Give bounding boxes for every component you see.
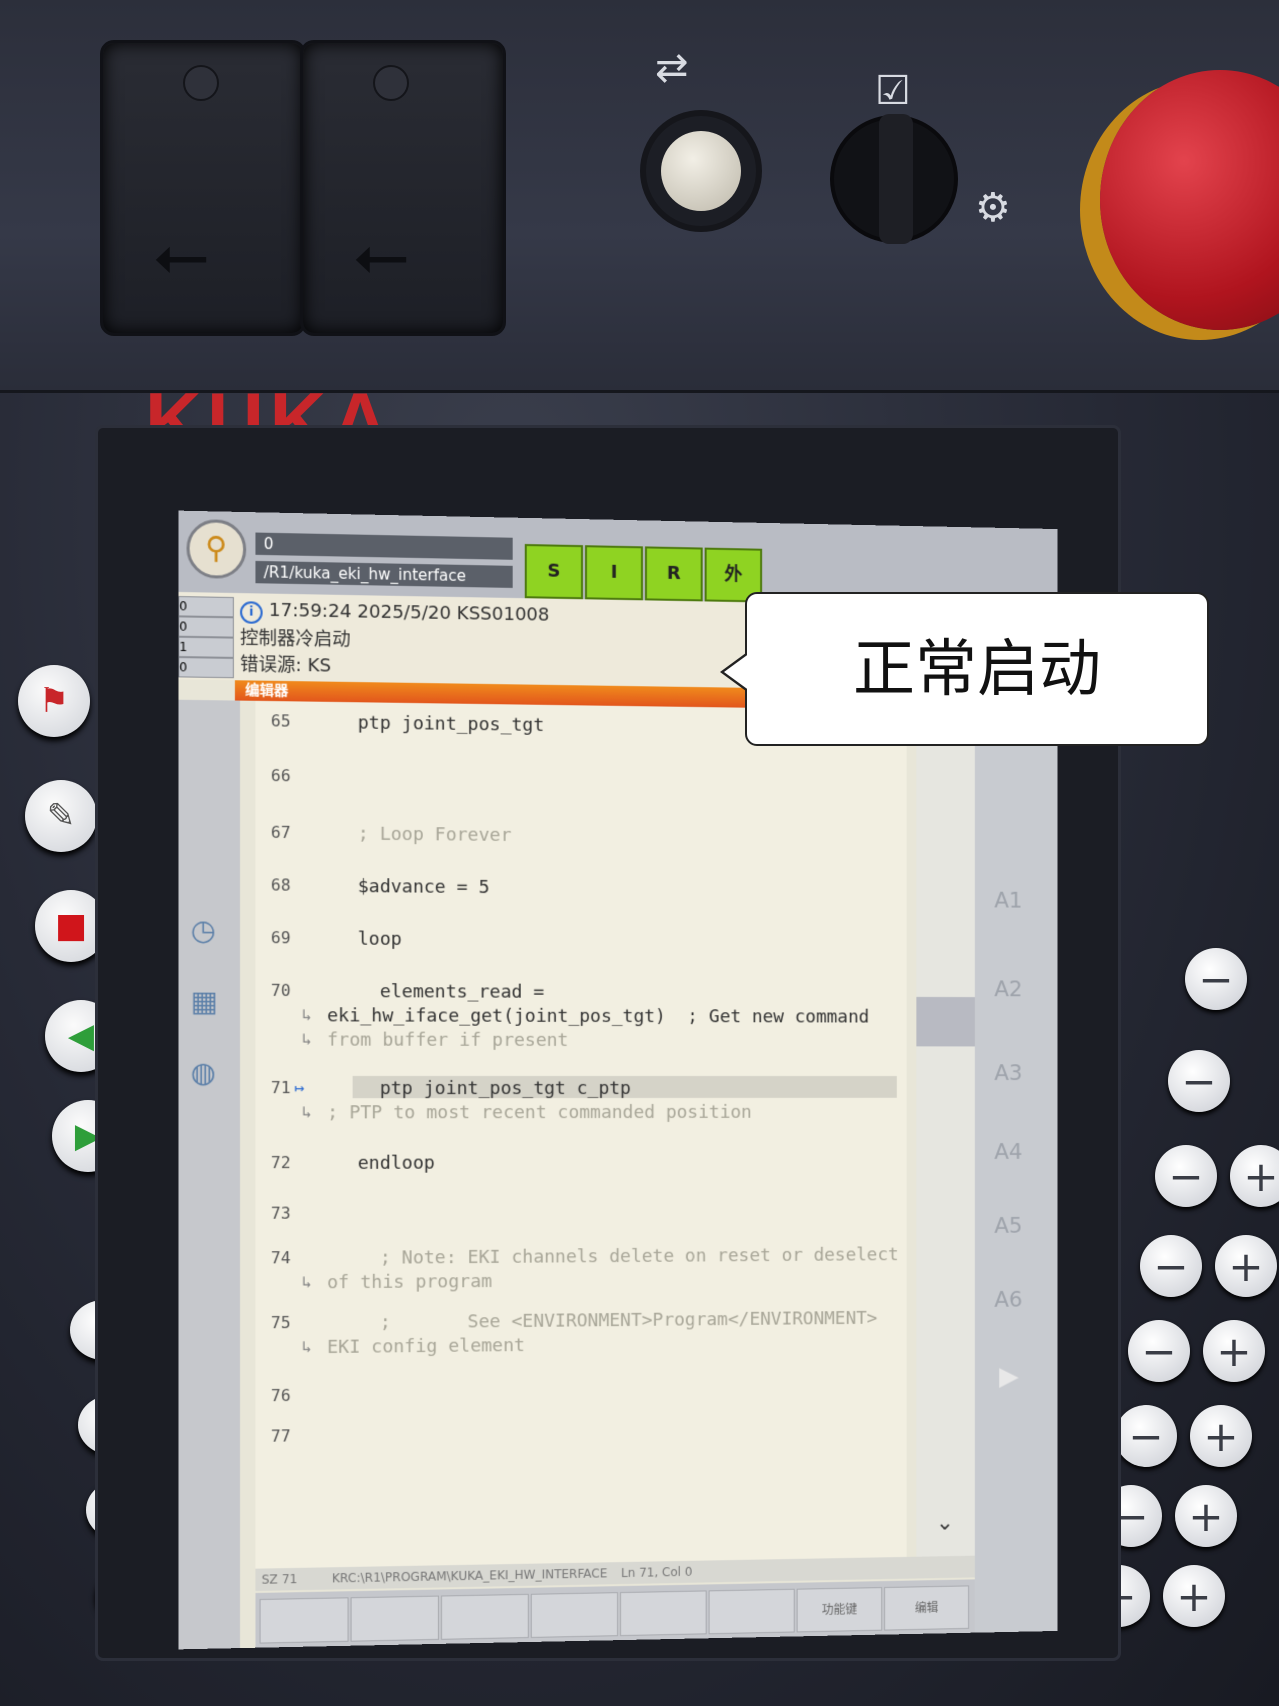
screw xyxy=(183,65,219,101)
code-editor[interactable]: 65 ptp joint_pos_tgt 66 67; Loop Forever … xyxy=(255,701,906,1583)
softkey-5[interactable] xyxy=(620,1590,707,1636)
status-submit[interactable]: S xyxy=(525,544,583,599)
plus-icon[interactable]: + xyxy=(1203,1320,1265,1382)
play-arrow-icon[interactable]: ▶ xyxy=(999,1362,1018,1392)
softkey-3[interactable] xyxy=(441,1594,529,1640)
code-line[interactable]: 75 ; See <ENVIRONMENT>Program</ENVIRONME… xyxy=(255,1308,906,1362)
teach-pendant: ⭠ ⭠ ⇄ ☑ ⚙ KUKA ⚑ ✎ ■ ◀ ▶ − − − + − + − + − +… xyxy=(0,0,1279,1706)
usb-port-cover-right[interactable]: ⭠ xyxy=(300,40,506,336)
jog-key-a3[interactable]: − + xyxy=(1155,1145,1279,1207)
axis-label-a6: A6 xyxy=(994,1288,1022,1313)
plug-icon: ⇄ xyxy=(655,45,689,91)
plus-icon[interactable]: + xyxy=(1215,1235,1277,1297)
program-pointer-icon: ↦ xyxy=(294,1078,304,1097)
override-field[interactable]: 0 xyxy=(255,533,512,560)
jog-key-e1[interactable]: − + xyxy=(1100,1485,1260,1547)
jog-key-a6[interactable]: − + xyxy=(1115,1405,1275,1467)
program-path[interactable]: /R1/kuka_eki_hw_interface xyxy=(255,561,512,588)
checklist-icon: ☑ xyxy=(875,68,911,114)
editor-scrollbar[interactable]: ⌃ ⌄ xyxy=(916,710,974,1561)
code-line[interactable]: 69 loop xyxy=(255,928,906,932)
jog-key-a5[interactable]: − + xyxy=(1128,1320,1279,1382)
code-line[interactable]: 72 endloop xyxy=(255,1151,906,1153)
axis-label-a4: A4 xyxy=(994,1140,1022,1165)
softkey-2[interactable] xyxy=(351,1596,439,1642)
plus-icon[interactable]: + xyxy=(1190,1405,1252,1467)
message-source: 错误源: KS xyxy=(240,650,331,678)
grid-icon[interactable]: ▦ xyxy=(191,984,228,1021)
emergency-stop-button[interactable] xyxy=(1100,70,1279,330)
minus-icon[interactable]: − xyxy=(1185,948,1247,1010)
minus-icon[interactable]: − xyxy=(1115,1405,1177,1467)
gear-icon: ⚙ xyxy=(975,185,1011,231)
plus-icon[interactable]: + xyxy=(1175,1485,1237,1547)
wrap-icon: ↳ xyxy=(302,1337,312,1356)
pencil-icon-button[interactable]: ✎ xyxy=(25,780,97,852)
robot-icon[interactable]: ⚲ xyxy=(187,519,247,579)
code-line[interactable]: 77 xyxy=(255,1418,906,1426)
code-line[interactable]: 73 xyxy=(255,1201,906,1204)
screw xyxy=(373,65,409,101)
hint-count[interactable]: 0 xyxy=(178,657,234,678)
minus-icon[interactable]: − xyxy=(1155,1145,1217,1207)
left-tool-strip: ◷ ▦ ◍ xyxy=(178,700,240,1650)
status-interpreter[interactable]: I xyxy=(585,545,643,600)
callout-tail-fill xyxy=(724,653,750,691)
robot-icon-button[interactable]: ⚑ xyxy=(18,665,90,737)
jog-key-a4[interactable]: − + xyxy=(1140,1235,1279,1297)
annotation-callout: 正常启动 xyxy=(745,592,1209,746)
code-line[interactable]: 66 xyxy=(255,766,906,774)
usb-port-cover-left[interactable]: ⭠ xyxy=(100,40,306,336)
ack-count[interactable]: 0 xyxy=(178,596,234,617)
softkey-6[interactable] xyxy=(709,1589,795,1635)
wrap-icon: ↳ xyxy=(302,1029,312,1048)
plus-icon[interactable]: + xyxy=(1163,1565,1225,1627)
softkey-4[interactable] xyxy=(531,1592,618,1638)
pendant-top-panel: ⭠ ⭠ ⇄ ☑ ⚙ xyxy=(0,0,1279,393)
wrap-icon: ↳ xyxy=(302,1272,312,1291)
info-icon: i xyxy=(240,601,263,624)
axis-label-a3: A3 xyxy=(994,1061,1022,1086)
jog-axis-strip: A1 A2 A3 A4 A5 A6 ▶ xyxy=(975,711,1057,1633)
usb-icon: ⭠ xyxy=(353,213,409,296)
clock-icon[interactable]: ◷ xyxy=(191,913,228,950)
message-text: 控制器冷启动 xyxy=(240,624,351,652)
code-line[interactable]: 76 xyxy=(255,1379,906,1386)
softkey-edit[interactable]: 编辑 xyxy=(884,1585,969,1630)
usb-icon: ⭠ xyxy=(153,213,209,296)
callout-text: 正常启动 xyxy=(747,594,1207,744)
code-line-current[interactable]: 71 ↦ ptp joint_pos_tgt c_ptp ↳; PTP to mo… xyxy=(255,1078,906,1127)
wrap-icon: ↳ xyxy=(302,1005,312,1024)
minus-icon[interactable]: − xyxy=(1128,1320,1190,1382)
axis-label-a5: A5 xyxy=(994,1214,1022,1239)
axis-label-a2: A2 xyxy=(994,977,1022,1002)
softkey-1[interactable] xyxy=(260,1597,349,1643)
wrap-icon: ↳ xyxy=(302,1102,312,1121)
code-line[interactable]: 67; Loop Forever xyxy=(255,822,906,828)
scroll-thumb[interactable] xyxy=(916,997,974,1047)
code-line[interactable]: 70 elements_read = ↳ eki_hw_iface_get(joi… xyxy=(255,981,906,1055)
jog-key-a1[interactable]: − xyxy=(1185,948,1279,1010)
status-robot[interactable]: R xyxy=(645,546,703,601)
minus-icon[interactable]: − xyxy=(1140,1235,1202,1297)
code-line[interactable]: 74 ; Note: EKI channels delete on reset … xyxy=(255,1244,906,1297)
mode-key-switch[interactable] xyxy=(830,115,958,243)
plus-icon[interactable]: + xyxy=(1230,1145,1279,1207)
info-count[interactable]: 1 xyxy=(178,637,234,658)
jog-key-a2[interactable]: − xyxy=(1168,1050,1279,1112)
minus-icon[interactable]: − xyxy=(1168,1050,1230,1112)
disconnect-button[interactable] xyxy=(640,110,762,232)
axis-label-a1: A1 xyxy=(994,889,1022,914)
softkey-function[interactable]: 功能键 xyxy=(797,1587,882,1632)
error-count[interactable]: 0 xyxy=(178,616,234,637)
code-line[interactable]: 68 $advance = 5 xyxy=(255,875,906,880)
scroll-down-icon[interactable]: ⌄ xyxy=(936,1511,954,1536)
gauge-icon[interactable]: ◍ xyxy=(191,1056,228,1093)
